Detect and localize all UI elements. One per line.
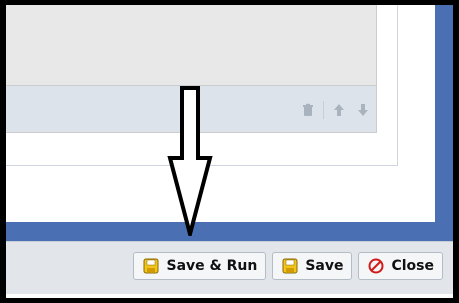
save-and-run-button[interactable]: Save & Run bbox=[133, 252, 267, 280]
window-frame-bottom bbox=[6, 222, 453, 241]
trash-icon[interactable] bbox=[299, 101, 317, 119]
arrow-up-icon[interactable] bbox=[330, 101, 348, 119]
inner-panel bbox=[6, 5, 398, 166]
dialog-footer: Save & Run Save Close bbox=[6, 241, 453, 294]
close-label: Close bbox=[391, 258, 434, 274]
crop-border-left bbox=[0, 0, 6, 303]
save-and-run-label: Save & Run bbox=[166, 258, 258, 274]
save-button[interactable]: Save bbox=[272, 252, 353, 280]
panel-content bbox=[6, 5, 377, 86]
crop-border-right bbox=[453, 0, 459, 303]
window-frame-right bbox=[435, 5, 453, 241]
floppy-disk-icon bbox=[281, 257, 299, 275]
floppy-disk-icon bbox=[142, 257, 160, 275]
save-label: Save bbox=[305, 258, 344, 274]
arrow-down-icon[interactable] bbox=[354, 101, 372, 119]
close-button[interactable]: Close bbox=[358, 252, 443, 280]
toolbar-separator bbox=[323, 101, 324, 119]
panel-toolbar bbox=[6, 86, 377, 133]
no-entry-icon bbox=[367, 257, 385, 275]
crop-border-bottom bbox=[0, 298, 459, 303]
screenshot-frame: Save & Run Save Close bbox=[0, 0, 459, 303]
crop-border-top bbox=[0, 0, 459, 5]
toolbar-actions bbox=[299, 101, 372, 119]
footer-buttons: Save & Run Save Close bbox=[133, 252, 443, 280]
